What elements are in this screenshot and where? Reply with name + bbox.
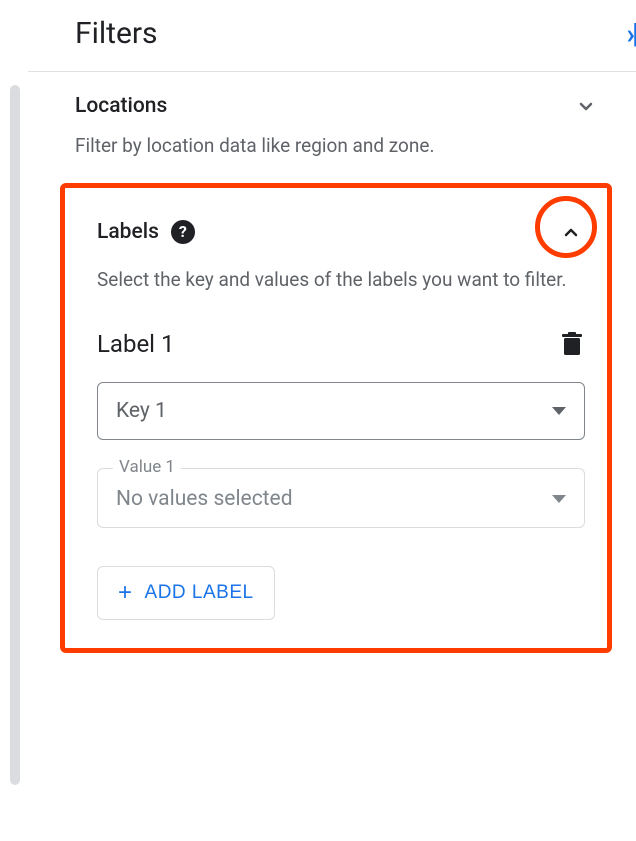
collapse-panel-icon[interactable]: ›| — [626, 17, 636, 50]
filters-header: Filters ›| — [28, 0, 636, 72]
dropdown-icon — [552, 495, 566, 503]
label-1-title: Label 1 — [97, 330, 174, 358]
locations-description: Filter by location data like region and … — [75, 132, 600, 161]
key-select[interactable]: Key 1 — [97, 382, 585, 440]
locations-header[interactable]: Locations — [75, 92, 600, 120]
label-1-header: Label 1 — [97, 330, 585, 358]
locations-section: Locations Filter by location data like r… — [28, 72, 636, 177]
value-field-label: Value 1 — [113, 457, 181, 477]
value-select-placeholder: No values selected — [116, 487, 293, 511]
key-select-value: Key 1 — [116, 399, 167, 423]
labels-title-text: Labels — [97, 220, 159, 244]
scrollbar[interactable] — [10, 85, 20, 785]
chevron-down-icon[interactable] — [572, 92, 600, 120]
dropdown-icon — [552, 407, 566, 415]
locations-title: Locations — [75, 94, 167, 118]
value-select[interactable]: No values selected — [97, 468, 585, 528]
chevron-up-icon[interactable] — [557, 218, 585, 246]
labels-description: Select the key and values of the labels … — [97, 266, 585, 295]
labels-header[interactable]: Labels ? — [97, 218, 585, 246]
add-label-text: ADD LABEL — [145, 582, 254, 604]
add-label-button[interactable]: + ADD LABEL — [97, 566, 275, 620]
labels-section: Labels ? Select the key and values of th… — [60, 183, 612, 654]
page-title: Filters — [75, 16, 158, 51]
plus-icon: + — [118, 581, 133, 605]
labels-title: Labels ? — [97, 220, 195, 244]
delete-label-button[interactable] — [561, 332, 585, 356]
value-field-wrapper: Value 1 No values selected — [97, 468, 585, 528]
help-icon[interactable]: ? — [171, 220, 195, 244]
